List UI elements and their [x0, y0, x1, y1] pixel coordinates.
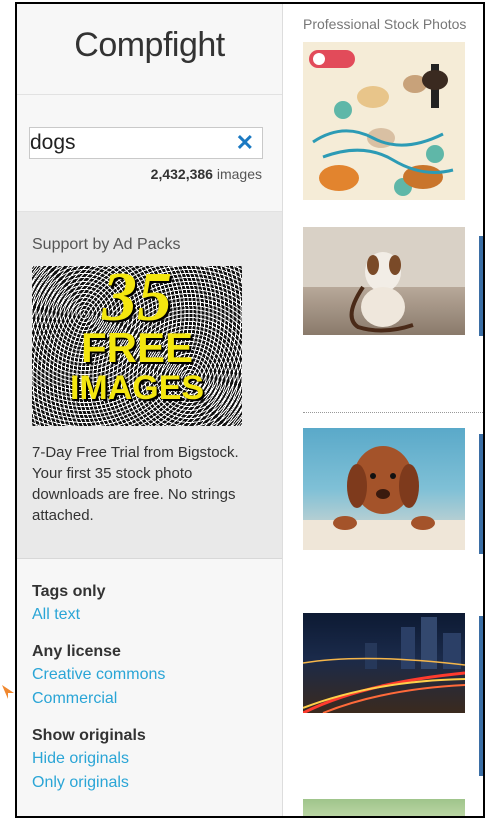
city-night-highway-image	[303, 617, 465, 713]
filter-group-tags: Tags only All text	[32, 581, 282, 627]
right-edge-bar	[479, 616, 483, 776]
result-count-unit: images	[216, 166, 262, 182]
browser-frame: Compfight ✕ 2,432,386 images Support by …	[15, 2, 485, 818]
result-thumbnail-puppy-fence[interactable]	[303, 428, 465, 550]
filter-panel: Tags only All text Any license Creative …	[17, 559, 282, 795]
filter-link-all-text[interactable]: All text	[32, 603, 282, 627]
sidebar: Compfight ✕ 2,432,386 images Support by …	[17, 4, 283, 816]
right-edge-bar	[479, 236, 483, 336]
filter-link-commercial[interactable]: Commercial	[32, 687, 282, 711]
filter-group-originals: Show originals Hide originals Only origi…	[32, 725, 282, 795]
result-count-number: 2,432,386	[150, 166, 213, 182]
filter-link-only-originals[interactable]: Only originals	[32, 771, 282, 795]
filter-heading-any-license: Any license	[32, 643, 121, 660]
dogs-infographic-image	[309, 50, 454, 196]
ad-title: Support by Ad Packs	[32, 236, 181, 253]
filter-heading-tags-only: Tags only	[32, 583, 106, 600]
filter-link-hide-originals[interactable]: Hide originals	[32, 747, 282, 771]
site-logo[interactable]: Compfight	[74, 26, 225, 65]
filter-heading-show-originals: Show originals	[32, 727, 146, 744]
clear-search-icon[interactable]: ✕	[236, 130, 254, 156]
right-edge-bar	[479, 434, 483, 554]
ad-image-free: FREE	[80, 324, 193, 371]
search-area: ✕ 2,432,386 images	[17, 95, 282, 212]
results-section-label: Professional Stock Photos	[303, 16, 467, 32]
ad-description: 7-Day Free Trial from Bigstock. Your fir…	[32, 444, 239, 524]
result-thumbnail-puppy-leash[interactable]	[303, 227, 465, 335]
puppy-with-leash-image	[303, 227, 465, 333]
orange-arrow-icon	[2, 685, 14, 699]
filter-group-license: Any license Creative commons Commercial	[32, 641, 282, 711]
result-thumbnail-city-highway[interactable]	[303, 613, 465, 713]
result-thumbnail-green-field[interactable]	[303, 799, 465, 816]
ad-pack-section: Support by Ad Packs 35 FREE IMAGES 7-Day…	[17, 212, 282, 559]
logo-area: Compfight	[17, 4, 282, 95]
search-input[interactable]	[30, 129, 225, 157]
filter-link-creative-commons[interactable]: Creative commons	[32, 663, 282, 687]
results-divider	[303, 412, 483, 413]
search-box[interactable]: ✕	[29, 127, 263, 159]
result-count: 2,432,386 images	[151, 166, 262, 182]
result-thumbnail-dogs-infographic[interactable]	[303, 42, 465, 200]
puppy-over-fence-image	[303, 446, 465, 550]
ad-image-35-free-images[interactable]: 35 FREE IMAGES	[32, 266, 242, 426]
results-area: Professional Stock Photos	[283, 4, 483, 816]
ad-image-images: IMAGES	[69, 369, 205, 407]
